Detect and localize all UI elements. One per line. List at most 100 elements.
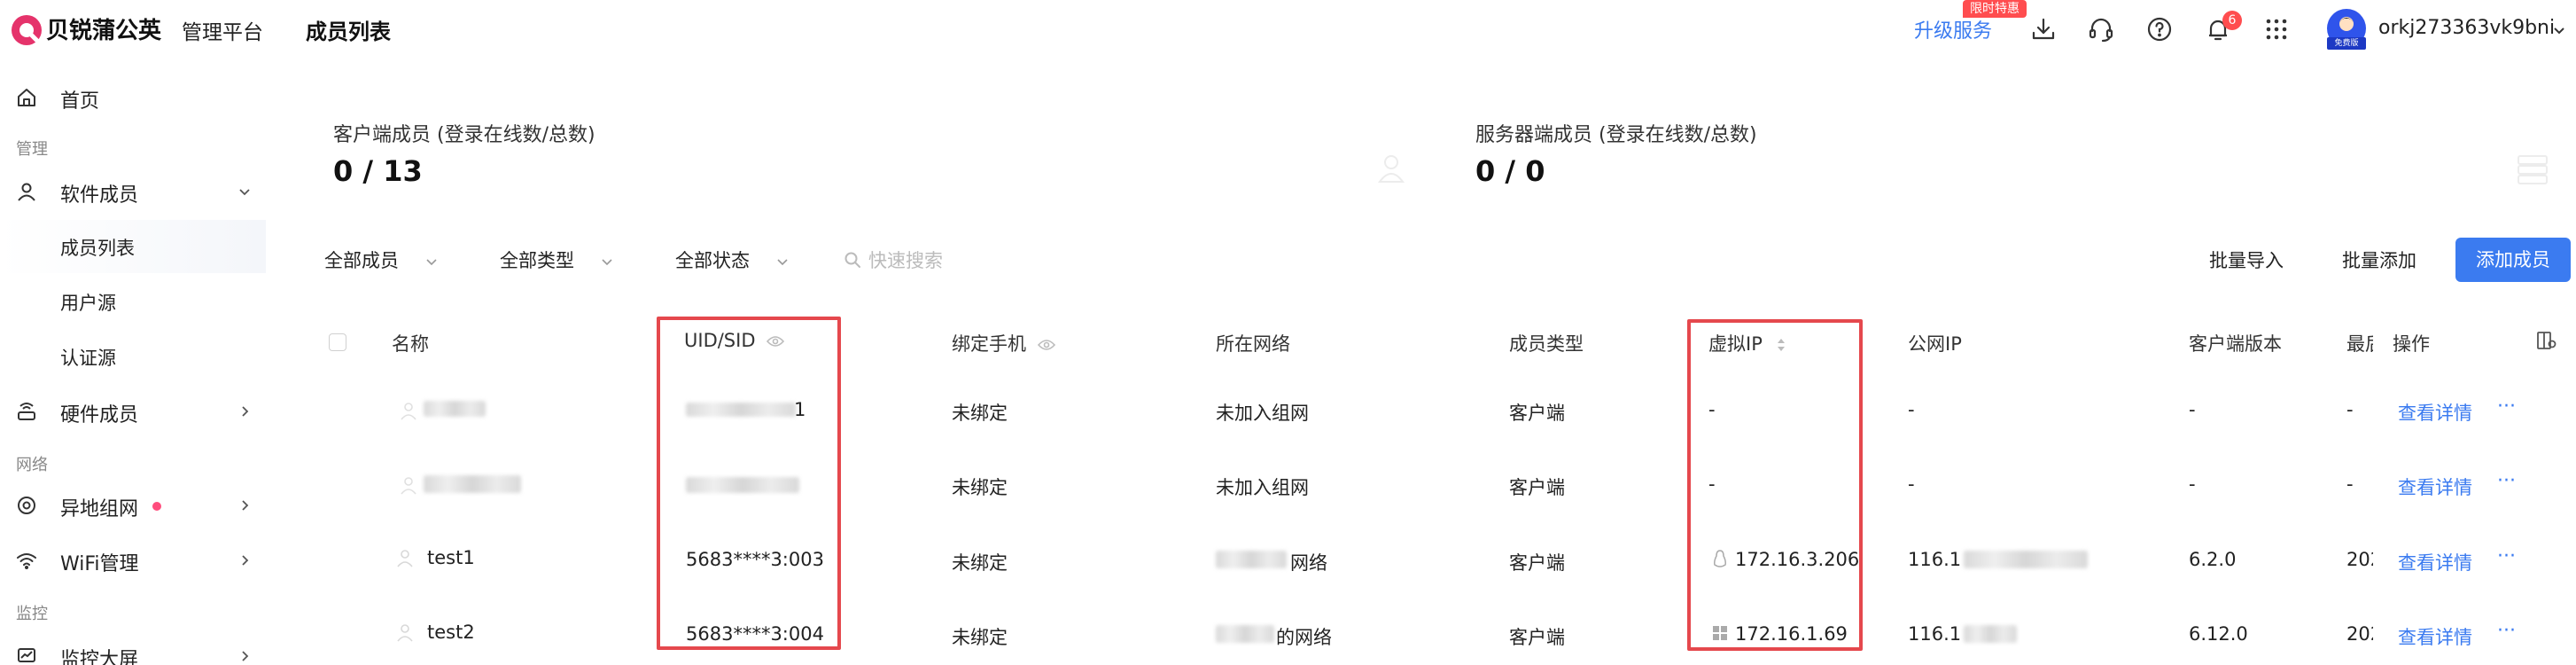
sidebar-item-member-list[interactable]: 成员列表 [0, 220, 266, 273]
upgrade-service-link[interactable]: 升级服务 [1914, 15, 1992, 43]
public-ip-redacted [1964, 625, 2017, 643]
type-filter-label: 全部类型 [500, 250, 574, 271]
phone-cell: 未绑定 [952, 403, 1008, 424]
virtual-ip-column-highlight-box [1687, 319, 1863, 651]
chevron-right-icon [237, 553, 252, 567]
batch-add-button[interactable]: 批量添加 [2342, 246, 2416, 273]
more-actions-button[interactable]: ··· [2497, 620, 2516, 642]
batch-import-button[interactable]: 批量导入 [2209, 246, 2284, 273]
sidebar-item-dashboard[interactable]: 监控大屏 [0, 630, 266, 665]
column-settings-icon[interactable] [2536, 330, 2557, 351]
public-ip-cell: - [1908, 399, 1915, 420]
column-header-public-ip: 公网IP [1908, 333, 1962, 355]
network-cell: 的网络 [1276, 627, 1332, 648]
member-avatar-icon [399, 401, 418, 420]
sidebar-item-label: 软件成员 [60, 184, 139, 207]
server-members-label: 服务器端成员 (登录在线数/总数) [1475, 124, 1757, 146]
sidebar: 首页 管理 软件成员 成员列表 用户源 认证源 硬件成员 网络 异地组网 WiF… [0, 59, 266, 665]
add-member-button[interactable]: 添加成员 [2455, 238, 2571, 282]
member-avatar-icon [395, 622, 415, 642]
select-all-checkbox[interactable] [329, 333, 346, 351]
brand-name[interactable]: 贝锐蒲公英 [46, 12, 161, 45]
username[interactable]: orkj273363vk9bni [2378, 17, 2555, 39]
wifi-icon [16, 550, 37, 571]
last-login-cell: - [2346, 473, 2354, 495]
chevron-right-icon [237, 498, 252, 512]
last-login-cell: 202 [2346, 549, 2373, 570]
column-header-phone: 绑定手机 [952, 330, 1055, 356]
sidebar-item-wifi[interactable]: WiFi管理 [0, 534, 266, 587]
more-actions-button[interactable]: ··· [2497, 545, 2516, 567]
home-icon [16, 87, 37, 108]
sidebar-item-remote-network[interactable]: 异地组网 [0, 479, 266, 532]
column-header-actions: 操作 [2393, 333, 2430, 355]
apps-grid-icon[interactable] [2262, 15, 2291, 43]
section-label-network: 网络 [16, 456, 48, 474]
sidebar-item-user-source[interactable]: 用户源 [0, 275, 266, 328]
version-cell: 6.2.0 [2189, 549, 2237, 570]
platform-label: 管理平台 [182, 21, 263, 44]
router-icon [16, 401, 37, 422]
sidebar-item-software-members[interactable]: 软件成员 [0, 165, 266, 218]
chevron-down-icon [237, 184, 252, 199]
more-actions-button[interactable]: ··· [2497, 470, 2516, 492]
version-cell: - [2189, 399, 2196, 420]
column-header-network: 所在网络 [1216, 333, 1290, 355]
sidebar-item-home[interactable]: 首页 [0, 71, 266, 124]
sidebar-item-label: WiFi管理 [60, 553, 139, 575]
more-actions-button[interactable]: ··· [2497, 395, 2516, 418]
status-filter-dropdown[interactable]: 全部状态 [675, 246, 790, 273]
sidebar-item-hardware-members[interactable]: 硬件成员 [0, 385, 266, 438]
public-ip-cell: - [1908, 473, 1915, 495]
sidebar-item-label: 异地组网 [60, 498, 139, 520]
sidebar-item-label: 监控大屏 [60, 649, 139, 665]
client-members-count: 0 / 13 [333, 154, 423, 188]
view-details-link[interactable]: 查看详情 [2398, 399, 2472, 426]
chevron-down-icon [775, 254, 790, 269]
sidebar-item-auth-source[interactable]: 认证源 [0, 330, 266, 383]
phone-cell: 未绑定 [952, 552, 1008, 574]
sidebar-item-label: 用户源 [60, 293, 116, 314]
chevron-right-icon [237, 649, 252, 663]
type-filter-dropdown[interactable]: 全部类型 [500, 246, 614, 273]
server-members-count: 0 / 0 [1475, 154, 1545, 188]
phone-cell: 未绑定 [952, 477, 1008, 498]
view-details-link[interactable]: 查看详情 [2398, 549, 2472, 575]
brand-logo-icon[interactable] [11, 14, 43, 46]
user-watermark-icon [1378, 153, 1405, 183]
member-name-redacted [424, 401, 486, 417]
column-header-version: 客户端版本 [2189, 333, 2282, 355]
network-cell: 网络 [1290, 552, 1327, 574]
headset-support-icon[interactable] [2087, 15, 2115, 43]
sidebar-item-label: 首页 [60, 90, 100, 113]
download-icon[interactable] [2029, 15, 2058, 43]
search-input[interactable]: 快速搜索 [868, 246, 943, 273]
help-icon[interactable] [2145, 15, 2174, 43]
new-dot-indicator [152, 502, 161, 511]
member-name-cell: test2 [427, 622, 475, 643]
member-avatar-icon [399, 475, 418, 495]
column-header-phone-label: 绑定手机 [952, 333, 1026, 355]
page-title: 成员列表 [306, 20, 391, 44]
last-login-cell: 202 [2346, 623, 2373, 645]
chevron-down-icon [600, 254, 614, 269]
search-icon [844, 251, 861, 269]
version-cell: - [2189, 473, 2196, 495]
chevron-down-icon[interactable] [2552, 23, 2566, 37]
eye-icon[interactable] [1037, 339, 1055, 351]
server-watermark-icon [2517, 154, 2549, 184]
type-cell: 客户端 [1509, 552, 1565, 574]
view-details-link[interactable]: 查看详情 [2398, 473, 2472, 500]
member-filter-dropdown[interactable]: 全部成员 [324, 246, 439, 273]
public-ip-cell: 116.1 [1908, 549, 1962, 570]
promo-badge: 限时特惠 [1963, 0, 2027, 18]
sidebar-item-label: 成员列表 [60, 238, 135, 259]
network-cell: 未加入组网 [1216, 477, 1309, 498]
view-details-link[interactable]: 查看详情 [2398, 623, 2472, 650]
network-name-redacted [1216, 625, 1274, 643]
member-name-redacted [424, 475, 521, 493]
network-cell: 未加入组网 [1216, 403, 1309, 424]
top-bar: 贝锐蒲公英 管理平台 成员列表 升级服务 限时特惠 6 免费版 orkj2733… [0, 0, 2576, 59]
last-login-cell: - [2346, 399, 2354, 420]
sidebar-item-label: 认证源 [60, 348, 116, 369]
